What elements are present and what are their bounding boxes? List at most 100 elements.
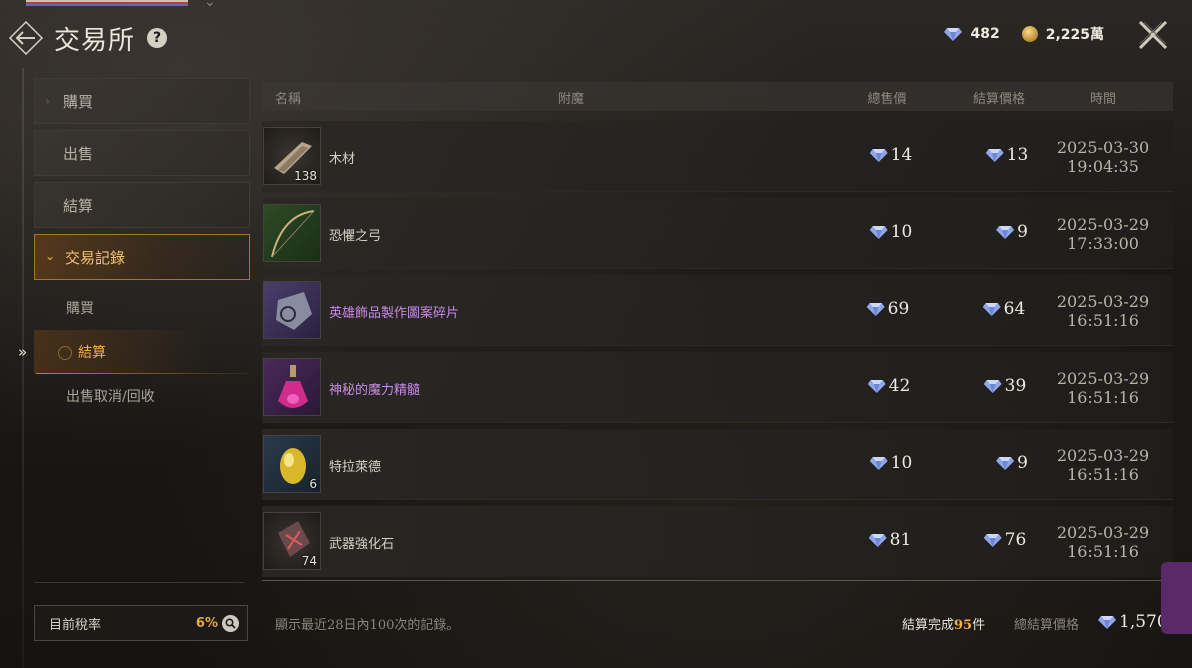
item-name: 神秘的魔力精髓 [329,383,421,398]
gem-icon [867,380,886,393]
trade-date: 2025-03-29 [1056,292,1150,311]
gem-egg-icon: 6 [263,435,321,493]
potion-icon [263,358,321,416]
trade-clock: 16:51:16 [1067,465,1139,484]
sidebar-subitem-label: 購買 [66,301,94,317]
wood-icon: 138 [263,127,321,185]
item-name: 木材 [329,152,356,167]
back-arrow-icon [8,20,44,56]
close-x-icon [1138,20,1168,50]
sidebar-item-trade-history[interactable]: ⌄ 交易記錄 [34,234,250,280]
settled-price: 13 [985,145,1028,165]
table-row[interactable]: 74 武器強化石 81 76 2025-03-29 16:51:16 [262,506,1173,577]
header: 交易所 ? [6,18,168,58]
left-rail-divider [22,68,24,668]
trade-date: 2025-03-29 [1056,215,1150,234]
settled-price: 9 [996,222,1028,242]
total-price: 81 [868,530,912,550]
gem-icon [982,303,1001,316]
bow-icon [263,204,321,262]
gem-icon [944,28,963,41]
gem-icon [869,149,888,162]
settled-price-value: 64 [1003,299,1026,319]
gem-icon [868,534,887,547]
sidebar-item-label: 結算 [63,196,94,215]
settled-price: 9 [996,453,1028,473]
sidebar-subitem-label: 結算 [78,345,106,361]
close-button[interactable] [1136,18,1170,52]
item-quantity: 6 [309,477,317,491]
column-header-settled-price: 結算價格 [972,92,1026,107]
sidebar-subitem-settle[interactable]: » 結算 [18,330,250,374]
gold-coin-icon [1021,26,1038,42]
search-icon[interactable] [222,614,239,632]
top-accent-bar [26,0,188,6]
table-row[interactable]: 6 特拉萊德 10 9 2025-03-29 16:51:16 [262,429,1173,500]
top-chevron-icon[interactable]: ⌄ [204,0,216,10]
tax-value: 6% [195,615,218,631]
gem-icon [866,303,885,316]
currency-bar: 482 2,225萬 [944,24,1104,44]
trade-time: 2025-03-30 19:04:35 [1053,138,1153,176]
gem-icon [983,534,1002,547]
column-header-time: 時間 [1089,92,1117,107]
subitem-bullet-icon [58,346,72,360]
item-name: 特拉萊德 [329,460,382,475]
sidebar-item-label: 交易記錄 [65,248,126,267]
sidebar-item-settle[interactable]: 結算 [34,182,250,228]
sidebar-item-sell[interactable]: 出售 [34,130,250,176]
settled-price-value: 9 [1017,222,1028,242]
sidebar: › 購買 出售 結算 ⌄ 交易記錄 購買 » 結算 出售取消/回收 [18,78,250,418]
gem-balance: 482 [970,26,1000,42]
total-price: 42 [867,376,911,396]
gem-icon [996,226,1015,239]
gem-icon [985,149,1004,162]
trade-date: 2025-03-30 [1056,138,1150,157]
table-row[interactable]: 英雄飾品製作圖案碎片 69 64 2025-03-29 16:51:16 [262,275,1173,346]
settled-count-value: 95 [954,618,973,633]
history-note: 顯示最近28日內100次的記錄。 [275,618,460,633]
total-price: 14 [869,145,912,165]
gem-icon [1098,616,1116,629]
trade-time: 2025-03-29 16:51:16 [1053,292,1153,330]
total-price: 69 [866,299,909,319]
trade-date: 2025-03-29 [1056,523,1150,542]
gold-balance: 2,225萬 [1045,27,1104,43]
total-price-value: 42 [888,376,911,396]
settled-price: 39 [983,376,1027,396]
side-popup-tab[interactable] [1161,562,1192,634]
trade-clock: 19:04:35 [1067,157,1139,176]
settled-count-prefix: 結算完成 [902,618,955,633]
table-row[interactable]: 恐懼之弓 10 9 2025-03-29 17:33:00 [262,198,1173,269]
settled-price-value: 9 [1017,453,1028,473]
settled-count-suffix: 件 [972,618,986,633]
item-name: 恐懼之弓 [329,229,382,244]
settled-count: 結算完成95件 [902,614,985,633]
settled-price: 64 [982,299,1026,319]
table-row[interactable]: 138 木材 14 13 2025-03-30 19:04:35 [262,121,1173,192]
sidebar-subitem-cancel-reclaim[interactable]: 出售取消/回收 [34,374,250,418]
sidebar-subitem-buy[interactable]: 購買 [34,286,250,330]
column-header-name: 名稱 [275,92,302,107]
selection-marker-icon: » [18,343,28,361]
total-settled-label: 總結算價格 [1014,618,1080,633]
trade-time: 2025-03-29 16:51:16 [1053,523,1153,561]
table-header: 名稱 附魔 總售價 結算價格 時間 [262,82,1173,111]
enhance-stone-icon: 74 [263,512,321,570]
gem-icon [869,457,888,470]
tax-divider [34,582,244,583]
total-settled-price: 1,570 [1098,612,1168,632]
sidebar-item-buy[interactable]: › 購買 [34,78,250,124]
chevron-right-icon: › [45,94,50,108]
trade-clock: 16:51:16 [1067,388,1139,407]
total-price-value: 81 [889,530,912,550]
item-name: 英雄飾品製作圖案碎片 [329,306,460,321]
back-button[interactable] [6,18,46,58]
settled-price-value: 39 [1004,376,1027,396]
question-circle-icon[interactable]: ? [147,28,168,48]
trade-date: 2025-03-29 [1056,446,1150,465]
settled-price-value: 76 [1004,530,1027,550]
table-row[interactable]: 神秘的魔力精髓 42 39 2025-03-29 16:51:16 [262,352,1173,423]
gem-icon [869,226,888,239]
gem-icon [983,380,1002,393]
